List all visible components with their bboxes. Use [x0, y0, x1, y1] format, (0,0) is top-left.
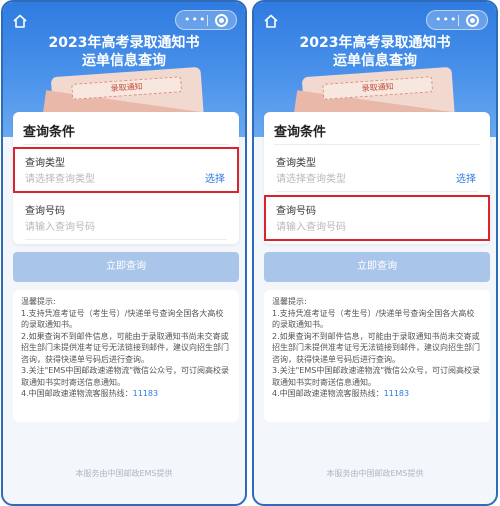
envelope-label: 录取通知: [322, 76, 434, 100]
footer-text: 本服务由中国邮政EMS提供: [75, 469, 173, 478]
tip-item: 1.支持凭准考证号（考生号）/快递单号查询全国各大高校的录取通知书。: [21, 308, 224, 330]
close-program-icon[interactable]: [215, 14, 228, 27]
close-program-icon[interactable]: [466, 14, 479, 27]
mini-program-capsule: •••: [175, 10, 237, 30]
home-icon[interactable]: [262, 12, 280, 30]
more-icon[interactable]: •••: [184, 14, 206, 26]
query-number-field[interactable]: 查询号码 请输入查询号码: [23, 200, 229, 240]
select-button[interactable]: 选择: [456, 170, 476, 185]
hotline-label: 4.中国邮政速递物流客服热线：: [21, 389, 133, 398]
page-subtitle: 运单信息查询: [82, 53, 166, 69]
page-title: 2023年高考录取通知书: [299, 35, 451, 51]
tip-item: 1.支持凭准考证号（考生号）/快递单号查询全国各大高校的录取通知书。: [272, 308, 475, 330]
submit-query-button[interactable]: 立即查询: [264, 252, 490, 282]
envelope-label: 录取通知: [71, 76, 183, 100]
screenshot-compare: ••• 2023年高考录取通知书 运单信息查询 录取通知 查询条件 查询类型 请…: [0, 0, 500, 506]
tip-item: 2.如果查询不到邮件信息，可能由于录取通知书尚未交寄或招生部门未提供准考证号无法…: [272, 331, 480, 364]
divider: [276, 191, 478, 192]
mini-program-capsule: •••: [426, 10, 488, 30]
hotline-number[interactable]: 11183: [133, 389, 158, 398]
capsule-divider: [207, 15, 208, 26]
page-subtitle: 运单信息查询: [333, 53, 417, 69]
hotline-label: 4.中国邮政速递物流客服热线：: [272, 389, 384, 398]
query-type-input[interactable]: 请选择查询类型: [276, 170, 426, 185]
divider: [25, 239, 227, 240]
tip-item: 3.关注"EMS中国邮政速递物流"微信公众号，可订阅高校录取通知书实时寄送信息通…: [272, 366, 481, 387]
card-title: 查询条件: [23, 125, 76, 140]
query-type-label: 查询类型: [276, 158, 316, 169]
highlight-box: [13, 147, 239, 193]
query-number-label: 查询号码: [25, 206, 65, 217]
footer-text: 本服务由中国邮政EMS提供: [326, 469, 424, 478]
tip-item: 2.如果查询不到邮件信息，可能由于录取通知书尚未交寄或招生部门未提供准考证号无法…: [21, 331, 229, 364]
hotline-number[interactable]: 11183: [384, 389, 409, 398]
highlight-box: [264, 195, 490, 241]
page-title: 2023年高考录取通知书: [48, 35, 200, 51]
tips-heading: 温馨提示:: [272, 297, 307, 306]
tip-item: 3.关注"EMS中国邮政速递物流"微信公众号，可订阅高校录取通知书实时寄送信息通…: [21, 366, 230, 387]
divider: [274, 144, 480, 145]
phone-screen-left: ••• 2023年高考录取通知书 运单信息查询 录取通知 查询条件 查询类型 请…: [1, 0, 247, 506]
tips-panel: 温馨提示: 1.支持凭准考证号（考生号）/快递单号查询全国各大高校的录取通知书。…: [13, 290, 239, 422]
card-title: 查询条件: [274, 125, 327, 140]
tips-panel: 温馨提示: 1.支持凭准考证号（考生号）/快递单号查询全国各大高校的录取通知书。…: [264, 290, 490, 422]
divider: [23, 144, 229, 145]
tip-item: 4.中国邮政速递物流客服热线：11183: [21, 388, 231, 400]
home-icon[interactable]: [11, 12, 29, 30]
capsule-divider: [458, 15, 459, 26]
tip-item: 4.中国邮政速递物流客服热线：11183: [272, 388, 482, 400]
more-icon[interactable]: •••: [435, 14, 457, 26]
phone-screen-right: ••• 2023年高考录取通知书 运单信息查询 录取通知 查询条件 查询类型 请…: [252, 0, 498, 506]
query-number-input[interactable]: 请输入查询号码: [25, 218, 175, 233]
query-type-field[interactable]: 查询类型 请选择查询类型 选择: [274, 152, 480, 192]
tips-heading: 温馨提示:: [21, 297, 56, 306]
submit-query-button[interactable]: 立即查询: [13, 252, 239, 282]
